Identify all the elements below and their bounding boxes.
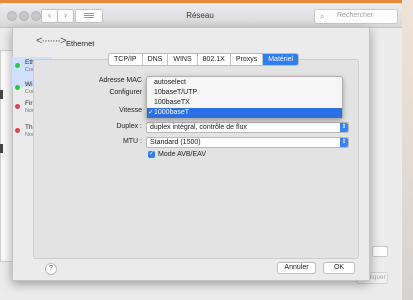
mtu-popup[interactable]: Standard (1500) ⇕ (146, 137, 349, 148)
zoom-button[interactable] (31, 11, 41, 21)
cancel-button[interactable]: Annuler (277, 262, 316, 274)
grid-icon (84, 13, 94, 14)
checkmark-icon: ✓ (148, 151, 155, 157)
minimize-button[interactable] (19, 11, 29, 21)
menu-item-autoselect[interactable]: autoselect (147, 78, 342, 88)
sidebar-edge-mark (0, 144, 3, 153)
status-dot-icon (15, 104, 20, 109)
help-button[interactable]: ? (45, 263, 57, 275)
menu-item-1000baset[interactable]: ✓ 1000baseT (147, 107, 342, 118)
menu-item-100basetx[interactable]: 100baseTX (147, 98, 342, 108)
avb-label: Mode AVB/EAV (158, 151, 206, 158)
ethernet-icon: <·······> (36, 35, 66, 47)
mtu-value: Standard (1500) (150, 139, 201, 146)
search-icon: ⌕ (320, 12, 325, 21)
forward-button[interactable]: › (57, 9, 74, 23)
menu-item-10baset[interactable]: 10baseT/UTP (147, 88, 342, 98)
search-placeholder: Rechercher (337, 12, 374, 19)
chevron-left-icon: ‹ (48, 10, 51, 20)
mtu-label: MTU : (122, 138, 142, 145)
checkmark-icon: ✓ (148, 108, 154, 116)
tab-proxys[interactable]: Proxys (231, 54, 264, 65)
status-dot-icon (15, 85, 20, 90)
tab-8021x[interactable]: 802.1X (198, 54, 231, 65)
duplex-label: Duplex : (116, 123, 142, 130)
tab-tcpip[interactable]: TCP/IP (109, 54, 143, 65)
tab-wins[interactable]: WINS (168, 54, 198, 65)
mac-address-label: Adresse MAC (98, 77, 142, 84)
tab-bar: TCP/IP DNS WINS 802.1X Proxys Matériel (108, 53, 300, 66)
avb-checkbox[interactable]: ✓ (148, 151, 155, 158)
show-all-button[interactable] (75, 9, 103, 23)
duplex-value: duplex intégral, contrôle de flux (150, 124, 247, 131)
speed-dropdown-menu: autoselect 10baseT/UTP 100baseTX ✓ 1000b… (146, 76, 343, 119)
window-title: Réseau (186, 11, 214, 20)
tab-dns[interactable]: DNS (143, 54, 169, 65)
sidebar-edge-mark (0, 90, 3, 99)
tab-materiel[interactable]: Matériel (263, 54, 299, 65)
search-input[interactable]: ⌕ Rechercher (314, 9, 398, 24)
advanced-button[interactable] (372, 246, 388, 257)
ok-button[interactable]: OK (323, 262, 355, 274)
updown-arrow-icon: ⇕ (340, 138, 348, 147)
chevron-right-icon: › (64, 10, 67, 20)
close-button[interactable] (7, 11, 17, 21)
status-dot-icon (15, 63, 20, 68)
updown-arrow-icon: ⇕ (340, 123, 348, 132)
menu-item-label: 1000baseT (154, 108, 190, 116)
duplex-popup[interactable]: duplex intégral, contrôle de flux ⇕ (146, 122, 349, 133)
back-button[interactable]: ‹ (41, 9, 58, 23)
configure-label: Configurer (109, 89, 142, 96)
speed-label: Vitesse (119, 107, 142, 114)
desktop-background-right (402, 0, 413, 300)
sheet-title: Ethernet (66, 39, 95, 48)
status-dot-icon (15, 128, 20, 133)
